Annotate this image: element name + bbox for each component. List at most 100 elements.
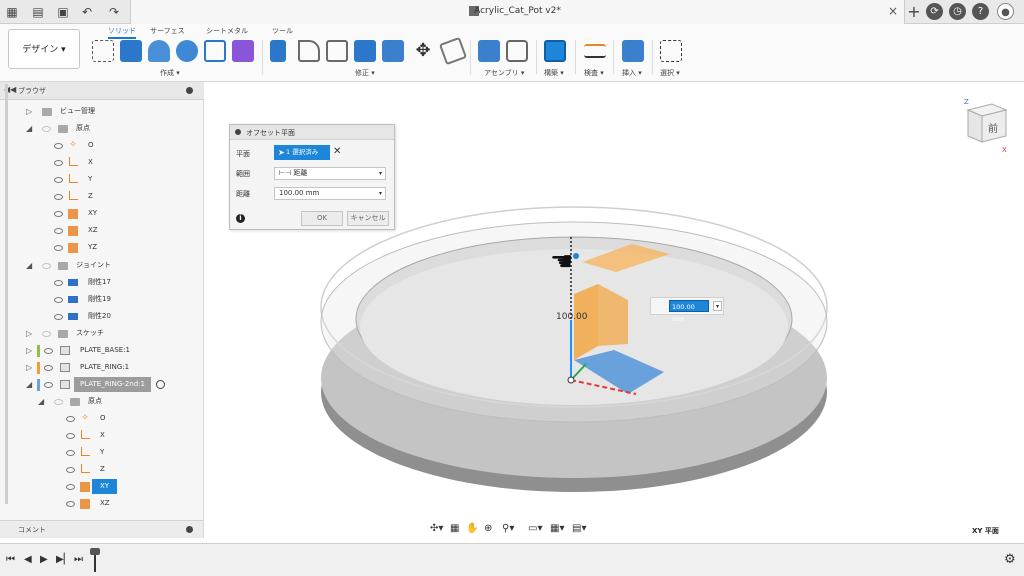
joint-icon[interactable]	[506, 40, 528, 62]
group-insert[interactable]: 挿入 ▾	[622, 68, 642, 78]
new-tab-icon[interactable]: +	[906, 4, 922, 20]
chevron-down-icon[interactable]: ▾	[713, 301, 722, 311]
tree-item-joint-20[interactable]: 剛性20	[88, 309, 111, 324]
jobs-icon[interactable]: ⟳	[926, 3, 943, 20]
chevron-down-icon[interactable]: ◢	[26, 121, 32, 136]
gear-icon[interactable]: ⚙	[1004, 552, 1016, 567]
new-component-icon[interactable]	[478, 40, 500, 62]
workspace-switcher[interactable]: デザイン ▾	[8, 29, 80, 69]
press-pull-icon[interactable]	[270, 40, 286, 62]
user-icon[interactable]: ●	[997, 3, 1014, 20]
zoom-icon[interactable]: ⚲▾	[502, 523, 514, 534]
step-forward-icon[interactable]: ▶▏	[56, 554, 71, 565]
display-settings-icon[interactable]: ▭▾	[528, 523, 542, 534]
group-create[interactable]: 作成 ▾	[160, 68, 180, 78]
view-cube[interactable]: Z 前 X	[962, 96, 1010, 156]
pan-icon[interactable]: ✋	[466, 523, 478, 534]
tree-item-axis-x-2[interactable]: X	[100, 428, 105, 443]
view-cube-left[interactable]	[967, 109, 983, 143]
hole-icon[interactable]	[176, 40, 198, 62]
chevron-down-icon[interactable]: ◢	[26, 258, 32, 273]
grid-settings-icon[interactable]: ▦▾	[550, 523, 564, 534]
tree-item-axis-y-2[interactable]: Y	[100, 445, 104, 460]
activate-radio-icon[interactable]	[156, 380, 165, 389]
clear-selection-icon[interactable]: ✕	[333, 146, 341, 157]
eye-icon[interactable]	[66, 467, 75, 473]
eye-icon[interactable]	[54, 143, 63, 149]
save-icon[interactable]: ▣	[55, 4, 71, 20]
group-construct[interactable]: 構築 ▾	[544, 68, 564, 78]
tree-item-view-management[interactable]: ビュー管理	[60, 104, 95, 119]
tree-item-axis-z[interactable]: Z	[88, 189, 93, 204]
extent-select[interactable]: ⊢⊣ 距離 ▾	[274, 167, 386, 180]
eye-icon[interactable]	[54, 160, 63, 166]
hand-cursor-icon[interactable]: ☚	[550, 247, 573, 277]
eye-icon[interactable]	[42, 331, 51, 337]
chevron-down-icon[interactable]: ◢	[38, 394, 44, 409]
plane-selection-button[interactable]: ➤ 1 選択済み	[274, 145, 330, 160]
pattern-icon[interactable]	[204, 40, 226, 62]
dialog-collapse-icon[interactable]	[235, 129, 241, 135]
eye-icon[interactable]	[42, 263, 51, 269]
distance-input-inline[interactable]: 100.00 mm	[669, 300, 709, 323]
eye-icon[interactable]	[66, 416, 75, 422]
eye-icon[interactable]	[66, 450, 75, 456]
file-icon[interactable]: ▤	[30, 4, 46, 20]
ok-button[interactable]: OK	[301, 211, 343, 226]
tree-item-origin[interactable]: 原点	[76, 121, 90, 136]
eye-icon[interactable]	[44, 365, 53, 371]
tab-sheet-metal[interactable]: シートメタル	[206, 26, 248, 36]
shell-icon[interactable]	[354, 40, 376, 62]
comment-add-icon[interactable]	[186, 526, 193, 533]
close-tab-icon[interactable]: ×	[888, 4, 898, 18]
tree-item-axis-y[interactable]: Y	[88, 172, 92, 187]
eye-icon[interactable]	[54, 314, 63, 320]
group-inspect[interactable]: 検査 ▾	[584, 68, 604, 78]
camera-icon[interactable]: ▦	[450, 523, 459, 534]
group-select[interactable]: 選択 ▾	[660, 68, 680, 78]
help-icon[interactable]: ?	[972, 3, 989, 20]
eye-icon[interactable]	[44, 382, 53, 388]
tree-item-joints[interactable]: ジョイント	[76, 258, 111, 273]
redo-icon[interactable]: ↷	[106, 4, 122, 20]
tab-solid[interactable]: ソリッド	[108, 26, 136, 39]
chevron-right-icon[interactable]: ▷	[26, 104, 32, 119]
chevron-right-icon[interactable]: ▷	[26, 343, 32, 358]
eye-icon[interactable]	[54, 297, 63, 303]
fillet-icon[interactable]	[298, 40, 320, 62]
step-back-icon[interactable]: ◀	[24, 554, 32, 565]
combine-icon[interactable]	[382, 40, 404, 62]
chevron-right-icon[interactable]: ▷	[26, 360, 32, 375]
tree-item-origin-point-2[interactable]: O	[100, 411, 106, 426]
group-assemble[interactable]: アセンブリ ▾	[484, 68, 524, 78]
orbit-icon[interactable]: ✣▾	[430, 523, 443, 534]
eye-icon[interactable]	[54, 177, 63, 183]
go-to-start-icon[interactable]: ⏮	[6, 554, 15, 565]
eye-icon[interactable]	[54, 194, 63, 200]
eye-icon[interactable]	[54, 245, 63, 251]
eye-icon[interactable]	[54, 280, 63, 286]
tree-item-plate-ring[interactable]: PLATE_RING:1	[80, 360, 129, 375]
select-icon[interactable]	[660, 40, 682, 62]
viewports-icon[interactable]: ▤▾	[572, 523, 586, 534]
tab-surface[interactable]: サーフェス	[150, 26, 185, 36]
tab-tools[interactable]: ツール	[272, 26, 293, 36]
eye-icon[interactable]	[66, 433, 75, 439]
split-icon[interactable]	[438, 36, 468, 66]
tree-item-plane-xy[interactable]: XY	[88, 206, 97, 221]
eye-icon[interactable]	[54, 211, 63, 217]
extrude-icon[interactable]	[120, 40, 142, 62]
tree-item-joint-17[interactable]: 剛性17	[88, 275, 111, 290]
play-icon[interactable]: ▶	[40, 554, 48, 565]
offset-plane-icon[interactable]	[544, 40, 566, 62]
eye-icon[interactable]	[44, 348, 53, 354]
tree-item-plate-ring-2nd[interactable]: PLATE_RING-2nd:1	[74, 377, 151, 392]
zoom-fit-icon[interactable]: ⊕	[484, 523, 492, 534]
distance-input[interactable]: 100.00 mm ▾	[274, 187, 386, 200]
grid-icon[interactable]: ▦	[4, 4, 20, 20]
tree-item-plane-xz[interactable]: XZ	[88, 223, 98, 238]
tree-item-sketches[interactable]: スケッチ	[76, 326, 104, 341]
clock-icon[interactable]: ◷	[949, 3, 966, 20]
comment-panel[interactable]: コメント	[0, 520, 204, 538]
measure-icon[interactable]	[584, 44, 606, 58]
